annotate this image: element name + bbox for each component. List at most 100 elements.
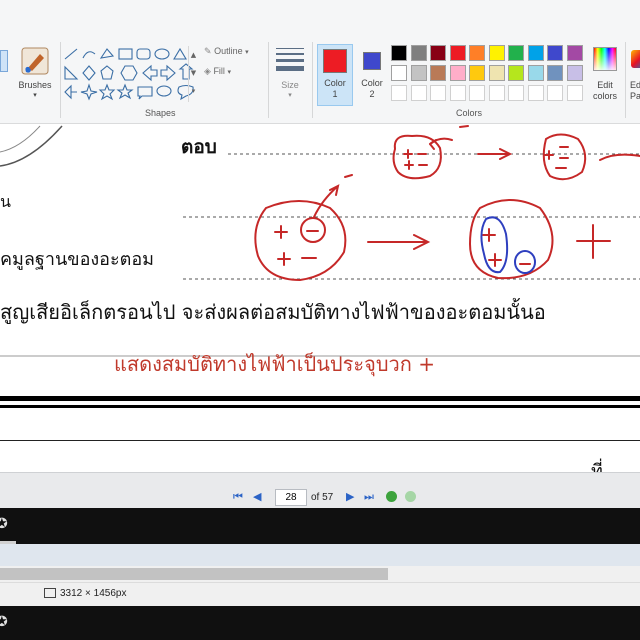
palette-swatch[interactable] (547, 45, 563, 61)
palette-swatch[interactable] (410, 85, 427, 101)
side-text-1: น (0, 192, 11, 211)
paint-canvas[interactable]: ตอบ น คมูลฐานของอะตอม สูญเสียอิเล็กตรอนไ… (0, 124, 640, 382)
palette-swatch[interactable] (488, 65, 505, 81)
main-sentence: สูญเสียอิเล็กตรอนไป จะส่งผลต่อสมบัติทางไ… (0, 300, 546, 324)
thin-rule (0, 405, 640, 408)
dimensions-icon (44, 588, 56, 598)
edit-colors-button[interactable]: Edit colors (588, 44, 622, 106)
doc-line (0, 440, 640, 441)
pen-icon: ✎ (204, 46, 212, 56)
palette-swatch[interactable] (527, 45, 544, 61)
palette-swatch[interactable] (566, 65, 583, 81)
image-dimensions: 3312 × 1456px (60, 588, 127, 599)
shapes-gallery[interactable] (62, 46, 198, 102)
palette-swatch[interactable] (527, 65, 544, 81)
paint-ribbon: Brushes ▾ ▲ ▼ ▾ ✎ Outline ▾ ◈ Fill ▾ Sha… (0, 0, 640, 124)
horizontal-scrollbar[interactable] (0, 566, 640, 582)
next-page-icon[interactable]: ▶ (346, 490, 354, 503)
shapes-icons (64, 47, 194, 101)
first-page-icon[interactable]: ⏮ (233, 490, 243, 504)
colors-group-label: Colors (456, 108, 483, 118)
app-icon[interactable]: ✪ (0, 516, 10, 534)
palette-swatch[interactable] (469, 45, 485, 61)
outline-label: Outline (214, 46, 243, 56)
palette-swatch[interactable] (508, 85, 524, 101)
go-forward-icon[interactable] (405, 491, 416, 502)
color1-swatch (323, 49, 347, 73)
color1-number: 1 (332, 89, 338, 99)
bucket-icon: ◈ (204, 66, 211, 76)
paint3d-label: Ed (630, 80, 640, 90)
shapes-group-label: Shapes (145, 108, 176, 118)
previous-page-icon[interactable]: ◀ (253, 490, 261, 503)
palette-swatch[interactable] (508, 45, 524, 61)
palette-swatch[interactable] (430, 65, 446, 81)
brush-icon (21, 47, 49, 75)
color-wheel-icon (593, 47, 617, 71)
separator (312, 42, 313, 118)
fill-button[interactable]: ◈ Fill ▾ (204, 66, 264, 82)
palette-swatch[interactable] (469, 85, 485, 101)
separator (625, 42, 626, 118)
app-icon[interactable]: ✪ (0, 614, 10, 632)
pdf-nav-bar: ⏮ ◀ of 57 ▶ ⏭ (0, 472, 640, 508)
color1-button[interactable]: Color 1 (317, 44, 353, 106)
brushes-label: Brushes (18, 80, 52, 90)
side-text-2: คมูลฐานของอะตอม (0, 249, 155, 270)
palette-swatch[interactable] (430, 45, 446, 61)
chevron-down-icon: ▾ (245, 49, 249, 56)
palette-swatch[interactable] (391, 45, 407, 61)
palette-swatch[interactable] (547, 65, 563, 81)
status-bar: 3312 × 1456px (0, 582, 640, 606)
chevron-down-icon: ▾ (227, 69, 231, 76)
canvas-background (0, 544, 640, 566)
palette-swatch[interactable] (547, 85, 563, 101)
palette-swatch[interactable] (391, 85, 407, 101)
palette-swatch[interactable] (488, 45, 505, 61)
last-page-icon[interactable]: ⏭ (364, 490, 374, 504)
palette-swatch[interactable] (566, 45, 583, 61)
palette-swatch[interactable] (527, 85, 544, 101)
answer-label: ตอบ (181, 136, 217, 158)
palette-swatch[interactable] (449, 65, 466, 81)
palette-swatch[interactable] (449, 85, 466, 101)
palette-swatch[interactable] (410, 65, 427, 81)
red-sentence: แสดงสมบัติทางไฟฟ้าเป็นประจุบวก + (114, 352, 435, 376)
scrollbar-thumb[interactable] (0, 568, 388, 580)
thick-rule (0, 396, 640, 401)
color2-swatch (363, 52, 381, 70)
select-tool-fragment[interactable] (0, 50, 8, 72)
palette-swatch[interactable] (391, 65, 407, 81)
line-size-icon (276, 48, 304, 71)
outline-button[interactable]: ✎ Outline ▾ (204, 46, 264, 62)
palette-swatch[interactable] (488, 85, 505, 101)
palette-swatch[interactable] (410, 45, 427, 61)
page-count: of 57 (311, 492, 334, 503)
go-back-icon[interactable] (386, 491, 397, 502)
page-number-input[interactable] (275, 489, 307, 506)
color1-label: Color (324, 78, 346, 88)
chevron-down-icon: ▾ (288, 92, 292, 99)
palette-swatch[interactable] (508, 65, 524, 81)
color-palette (391, 45, 587, 105)
palette-swatch[interactable] (469, 65, 485, 81)
edit-with-paint3d-button[interactable]: Ed Pa (628, 44, 640, 106)
palette-swatch[interactable] (449, 45, 466, 61)
chevron-down-icon: ▾ (33, 92, 37, 99)
color2-button[interactable]: Color 2 (355, 44, 389, 106)
taskbar-strip-bottom: ✪ (0, 606, 640, 640)
edit-colors-label: Edit (597, 80, 613, 90)
gallery-scroll[interactable]: ▲ ▼ ▾ (188, 46, 198, 102)
color2-number: 2 (369, 89, 375, 99)
fill-label: Fill (213, 66, 225, 76)
edit-colors-label-2: colors (592, 91, 617, 101)
taskbar-strip: ✪ (0, 508, 640, 544)
color2-label: Color (361, 78, 383, 88)
size-label: Size (281, 80, 299, 90)
brushes-button[interactable]: Brushes ▾ (14, 44, 56, 102)
palette-swatch[interactable] (566, 85, 583, 101)
paint3d-icon (631, 50, 640, 68)
size-button[interactable]: Size ▾ (272, 46, 308, 104)
separator (60, 42, 61, 118)
palette-swatch[interactable] (430, 85, 446, 101)
